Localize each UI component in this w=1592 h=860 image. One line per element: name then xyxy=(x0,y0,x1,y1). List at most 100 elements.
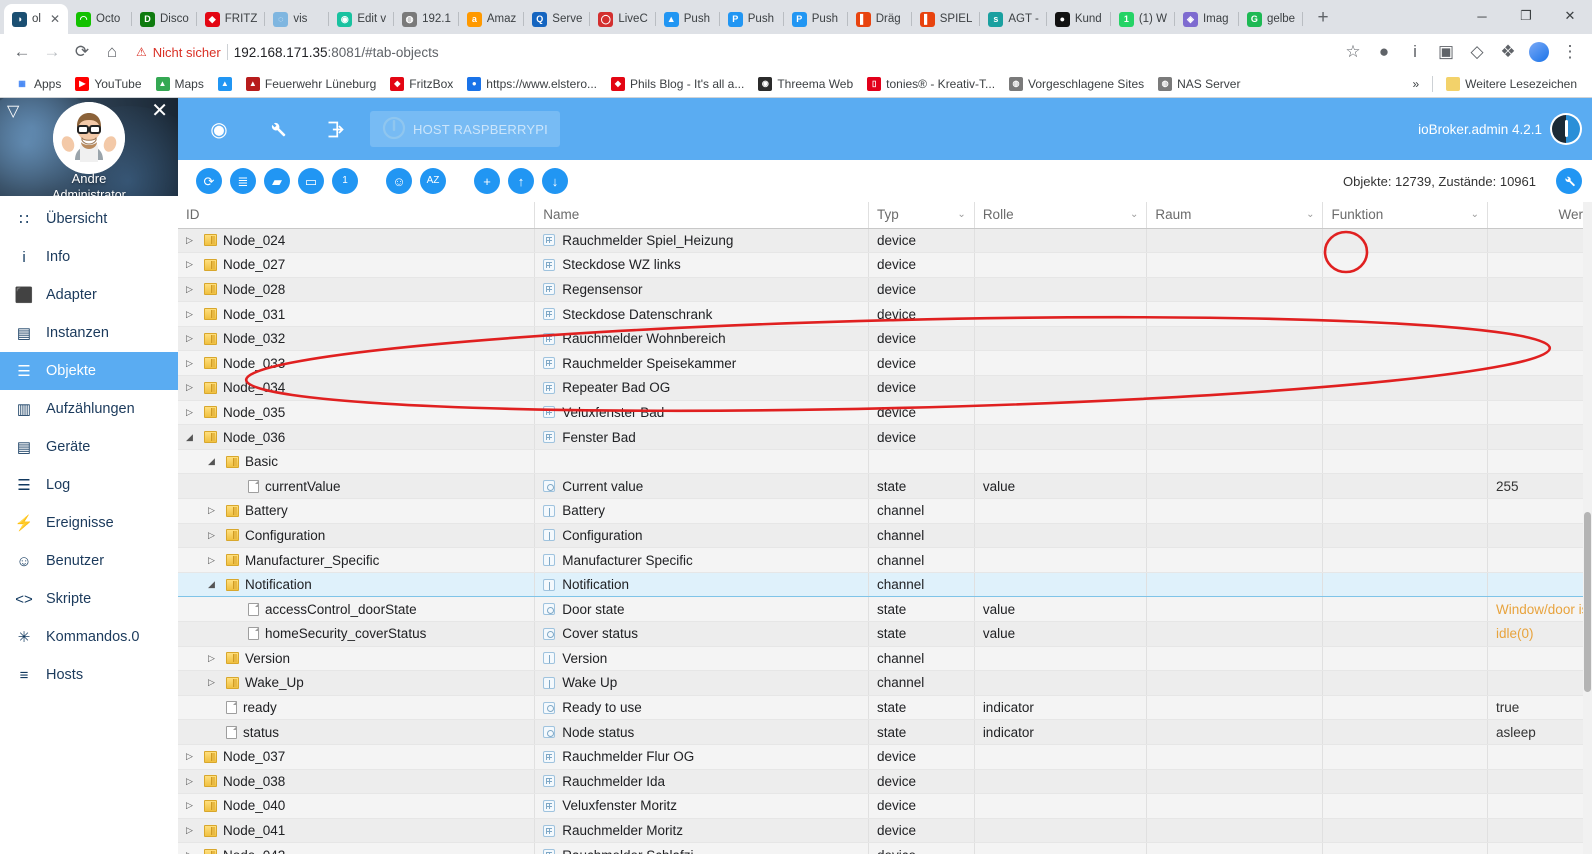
cell-wert[interactable] xyxy=(1487,818,1592,844)
browser-tab[interactable]: 1 (1) W xyxy=(1111,4,1175,34)
browser-tab[interactable]: P Push xyxy=(784,4,848,34)
expand-node-icon[interactable]: ▷ xyxy=(186,801,198,810)
cell-id[interactable]: ▷ Node_037 xyxy=(178,744,536,770)
table-row[interactable]: ▷Node_028Regensensordevice✎🗑 xyxy=(178,277,1592,303)
cell-id[interactable]: ▷ Node_040 xyxy=(178,793,536,819)
cell-name[interactable]: Notification xyxy=(534,571,869,598)
table-row[interactable]: ▷Node_031Steckdose Datenschrankdevice✎🗑 xyxy=(178,301,1592,327)
wrench-icon[interactable] xyxy=(248,107,306,151)
cell-name[interactable]: Cover status xyxy=(534,621,869,647)
bookmark-item[interactable]: ▦ Apps xyxy=(8,75,68,93)
minimize-button[interactable]: ─ xyxy=(1460,2,1504,30)
bookmark-item[interactable]: ◆ FritzBox xyxy=(383,75,460,93)
cell-name[interactable]: Rauchmelder Wohnbereich xyxy=(534,326,869,352)
cell-name[interactable]: Rauchmelder Speisekammer xyxy=(534,350,869,377)
not-secure-label[interactable]: Nicht sicher xyxy=(153,45,221,60)
cell-wert[interactable] xyxy=(1487,793,1592,819)
table-row[interactable]: statusNode statusstateindicatorasleep✎🗑🔧 xyxy=(178,719,1592,745)
column-header-funktion[interactable]: Funktion ⌄ xyxy=(1322,202,1489,229)
cell-id[interactable]: ◢ Node_036 xyxy=(178,424,536,450)
filter-custom-button[interactable]: ☺ xyxy=(386,168,412,194)
host-selector[interactable]: HOST RASPBERRYPI xyxy=(370,111,560,147)
cell-wert[interactable] xyxy=(1487,744,1592,770)
table-row[interactable]: ◢Node_036Fenster Baddevice✎🗑 xyxy=(178,424,1592,450)
browser-tab[interactable]: a Amaz xyxy=(459,4,525,34)
expand-node-icon[interactable]: ▷ xyxy=(186,826,198,835)
maximize-button[interactable]: ❐ xyxy=(1504,2,1548,30)
table-row[interactable]: ▷Node_032Rauchmelder Wohnbereichdevice✎🗑 xyxy=(178,326,1592,352)
cell-wert[interactable] xyxy=(1487,670,1592,696)
close-window-button[interactable]: ✕ xyxy=(1548,2,1592,30)
table-row[interactable]: ▷Node_041Rauchmelder Moritzdevice✎🗑 xyxy=(178,818,1592,844)
expand-node-icon[interactable]: ▷ xyxy=(186,407,198,417)
collapse-node-icon[interactable]: ◢ xyxy=(208,580,220,589)
collapse-node-icon[interactable]: ◢ xyxy=(186,432,198,442)
cell-wert[interactable] xyxy=(1487,400,1592,426)
sidebar-item-log[interactable]: ☰ Log xyxy=(0,466,178,504)
refresh-button[interactable]: ⟳ xyxy=(196,168,222,194)
table-row[interactable]: ▷VersionVersionchannel✎🗑 xyxy=(178,646,1592,672)
column-header-name[interactable]: Name xyxy=(534,202,869,229)
sidebar-item-benutzer[interactable]: ☺ Benutzer xyxy=(0,542,178,580)
table-row[interactable]: ▷Wake_UpWake Upchannel✎🗑 xyxy=(178,670,1592,696)
login-icon[interactable] xyxy=(306,107,364,151)
expand-node-icon[interactable]: ▷ xyxy=(186,850,198,854)
expand-node-icon[interactable]: ▷ xyxy=(208,555,220,565)
forward-icon[interactable]: → xyxy=(38,38,66,66)
cell-id[interactable]: ▷ Battery xyxy=(178,498,536,524)
cell-id[interactable]: ▷ Node_024 xyxy=(178,228,536,254)
table-row[interactable]: ▷Node_034Repeater Bad OGdevice✎🗑 xyxy=(178,375,1592,401)
browser-tab[interactable]: ◌ vis xyxy=(265,4,330,34)
table-row[interactable]: ▷Node_035Veluxfenster Baddevice✎🗑 xyxy=(178,400,1592,426)
browser-tab[interactable]: Q Serve xyxy=(524,4,591,34)
collapse-all-button[interactable]: ▰ xyxy=(264,168,290,194)
expand-node-icon[interactable]: ▷ xyxy=(186,260,198,269)
expand-node-icon[interactable]: ▷ xyxy=(186,358,198,368)
cell-name[interactable]: Door state xyxy=(534,596,869,622)
chevron-down-icon[interactable]: ⌄ xyxy=(1471,209,1479,220)
cell-name[interactable]: Rauchmelder Spiel_Heizung xyxy=(534,228,869,254)
column-header-id[interactable]: ID xyxy=(178,202,536,229)
cell-id[interactable]: ▷ Configuration xyxy=(178,523,536,549)
bookmark-item[interactable]: ◉ Threema Web xyxy=(751,75,860,93)
chevron-down-icon[interactable]: ⌄ xyxy=(1306,209,1314,220)
sidebar-item--bersicht[interactable]: ∷ Übersicht xyxy=(0,200,178,238)
cell-name[interactable]: Ready to use xyxy=(534,695,869,721)
sort-az-button[interactable]: AZ xyxy=(420,168,446,194)
cell-name[interactable]: Rauchmelder Moritz xyxy=(534,818,869,844)
expand-node-icon[interactable]: ▷ xyxy=(186,334,198,343)
sidebar-item-info[interactable]: i Info xyxy=(0,238,178,276)
table-row[interactable]: ▷Node_040Veluxfenster Moritzdevice✎🗑 xyxy=(178,793,1592,819)
sidebar-item-ereignisse[interactable]: ⚡ Ereignisse xyxy=(0,504,178,542)
table-row[interactable]: ◢NotificationNotificationchannel✎🗑 xyxy=(178,571,1592,598)
cell-wert[interactable]: idle(0) xyxy=(1487,621,1592,647)
expand-node-icon[interactable]: ▷ xyxy=(186,235,198,245)
table-row[interactable]: ▷Node_037Rauchmelder Flur OGdevice✎🗑 xyxy=(178,744,1592,770)
sidebar-item-ger-te[interactable]: ▤ Geräte xyxy=(0,428,178,466)
sidebar-item-adapter[interactable]: ⬛ Adapter xyxy=(0,276,178,314)
close-sidebar-icon[interactable]: ✕ xyxy=(151,101,168,121)
cell-wert[interactable] xyxy=(1487,842,1592,854)
expand-list-button[interactable]: ≣ xyxy=(230,168,256,194)
bookmark-item[interactable]: ▲ Maps xyxy=(149,75,211,93)
eye-icon[interactable]: ◉ xyxy=(190,107,248,151)
expand-node-icon[interactable]: ▷ xyxy=(186,284,198,294)
reload-icon[interactable]: ⟳ xyxy=(68,38,96,66)
cell-name[interactable]: Steckdose Datenschrank xyxy=(534,301,869,327)
cell-id[interactable]: ▷ Wake_Up xyxy=(178,670,536,696)
chevron-down-icon[interactable]: ⌄ xyxy=(1130,209,1138,220)
depth-1-button[interactable]: 1 xyxy=(332,168,358,194)
column-header-raum[interactable]: Raum ⌄ xyxy=(1146,202,1324,229)
cell-wert[interactable] xyxy=(1487,646,1592,672)
cell-id[interactable]: ▷ Node_031 xyxy=(178,301,536,327)
cell-name[interactable]: Repeater Bad OG xyxy=(534,375,869,401)
extensions-puzzle-icon[interactable]: ❖ xyxy=(1494,38,1522,66)
sidebar-item-skripte[interactable]: <> Skripte xyxy=(0,580,178,618)
cell-id[interactable]: ▷ Node_042 xyxy=(178,842,536,854)
expand-node-icon[interactable]: ▷ xyxy=(186,309,198,319)
chrome-menu-icon[interactable]: ⋮ xyxy=(1556,38,1584,66)
cell-name[interactable]: Version xyxy=(534,646,869,672)
cell-name[interactable]: Configuration xyxy=(534,523,869,549)
cell-name[interactable]: Node status xyxy=(534,719,869,745)
cell-name[interactable]: Steckdose WZ links xyxy=(534,252,869,278)
